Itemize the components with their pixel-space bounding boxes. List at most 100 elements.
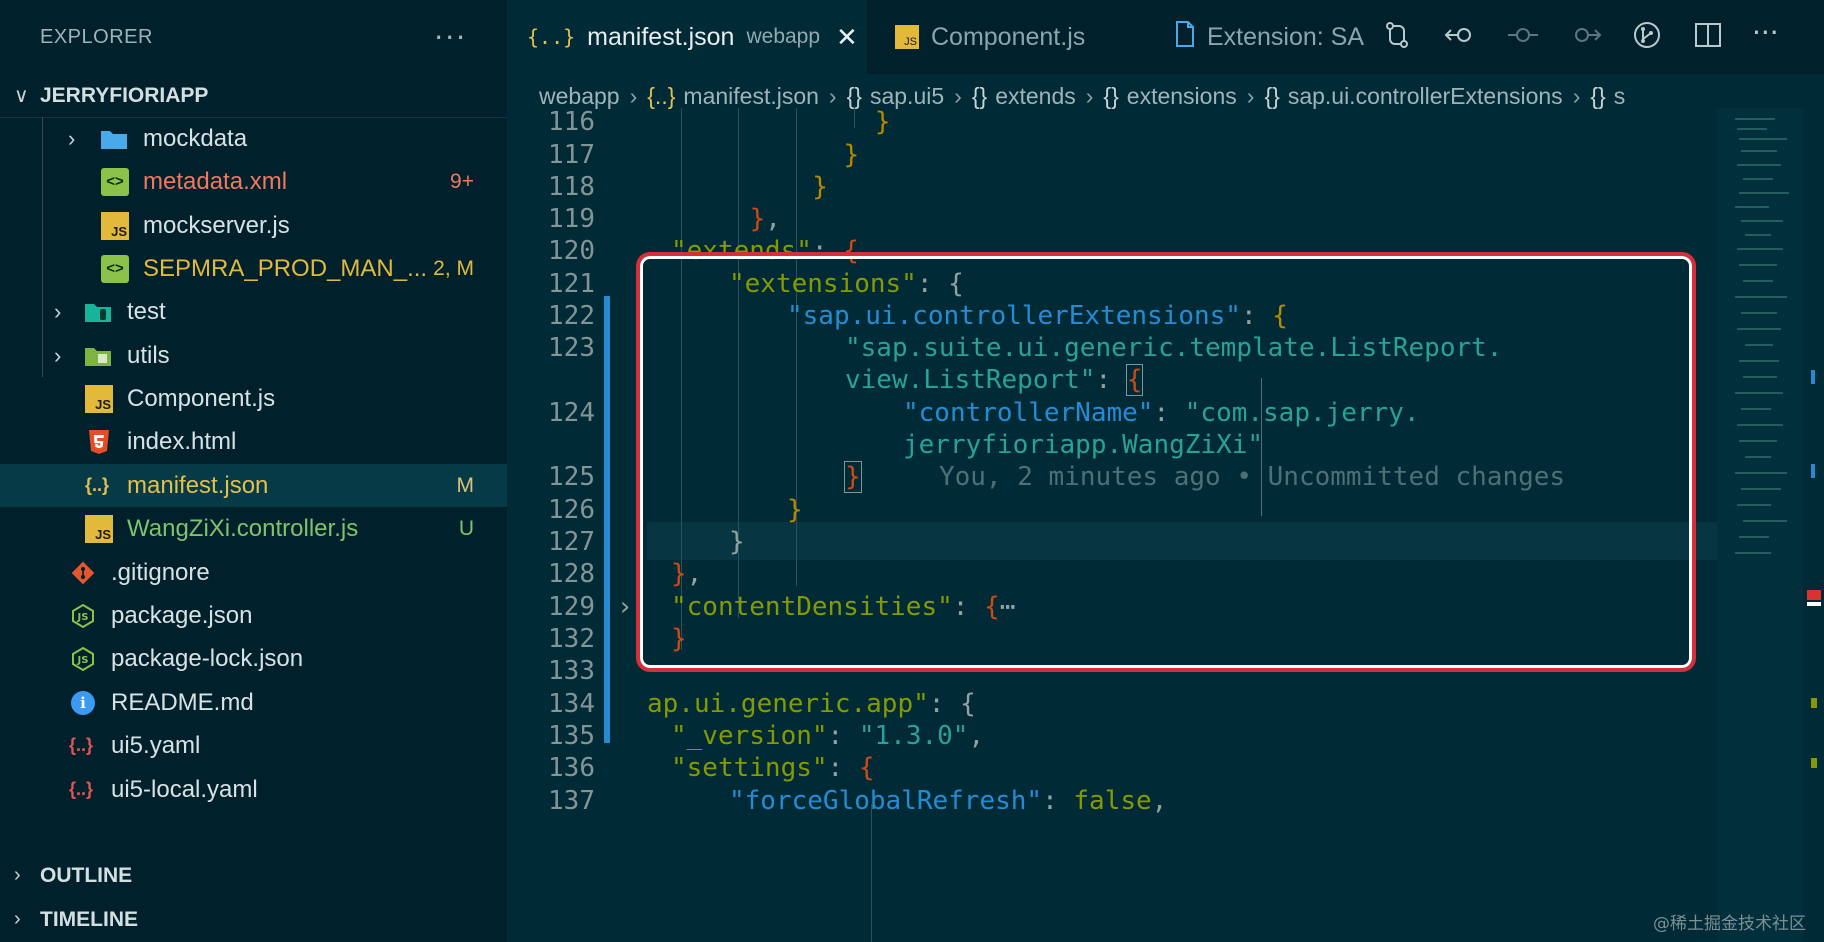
tree-item-label: WangZiXi.controller.js	[127, 514, 359, 542]
outline-label: OUTLINE	[40, 863, 133, 887]
tab-manifest-json[interactable]: {..} manifest.json webapp ✕	[507, 0, 867, 74]
line-number: 123	[548, 333, 595, 363]
tree-item-manifest-json[interactable]: {..} manifest.json M	[0, 464, 507, 507]
test-folder-icon	[84, 298, 112, 326]
breadcrumb-item[interactable]: extends	[995, 83, 1076, 110]
more-actions-icon[interactable]: ···	[1752, 16, 1779, 49]
tree-item-utils[interactable]: › utils	[0, 334, 507, 377]
tree-item-label: index.html	[127, 427, 237, 455]
tree-item-label: .gitignore	[111, 558, 210, 586]
tree-item-label: SEPMRA_PROD_MAN_...	[143, 254, 428, 282]
more-actions-icon[interactable]: ···	[434, 21, 467, 54]
tree-item-ui5-local-yaml[interactable]: {..} ui5-local.yaml	[0, 768, 507, 811]
chevron-right-icon: ›	[1246, 82, 1255, 109]
tab-label: Component.js	[931, 22, 1086, 51]
chevron-right-icon: ›	[1572, 82, 1581, 109]
tab-extension-sap[interactable]: Extension: SA	[1175, 0, 1375, 74]
current-line-highlight	[647, 522, 1717, 560]
line-text: }	[729, 527, 745, 557]
watermark: @稀土掘金技术社区	[1653, 914, 1806, 934]
tree-item-readme-md[interactable]: i README.md	[0, 681, 507, 724]
breadcrumb-item[interactable]: webapp	[539, 83, 620, 110]
tree-item-sepmra-prod-man[interactable]: <> SEPMRA_PROD_MAN_... 2, M	[0, 247, 507, 290]
object-icon: {}	[1103, 82, 1119, 109]
minimap[interactable]	[1717, 108, 1803, 942]
scroll-marker	[1811, 464, 1815, 478]
tree-item-label: ui5.yaml	[111, 731, 201, 759]
scroll-marker	[1811, 370, 1815, 384]
chevron-right-icon: ›	[54, 342, 62, 368]
file-icon	[1175, 20, 1195, 54]
git-icon	[69, 559, 97, 587]
close-icon[interactable]: ✕	[836, 22, 858, 53]
tree-item-component-js[interactable]: JS Component.js	[0, 377, 507, 420]
timeline-section-header[interactable]: › TIMELINE	[0, 898, 521, 941]
info-icon: i	[71, 690, 95, 715]
js-icon: JS	[85, 514, 113, 543]
split-editor-icon[interactable]	[1693, 20, 1723, 57]
tree-item-wangzixi-controller-js[interactable]: JS WangZiXi.controller.js U	[0, 507, 507, 550]
object-icon: {}	[1590, 82, 1606, 109]
tree-item-index-html[interactable]: index.html	[0, 420, 507, 463]
git-graph-icon[interactable]	[1632, 20, 1662, 57]
yaml-icon: {..}	[68, 779, 93, 799]
object-icon: {}	[1264, 82, 1280, 109]
json-icon: {..}	[84, 475, 109, 495]
project-folder-header[interactable]: ∨ JERRYFIORIAPP	[0, 74, 507, 118]
tree-item-package-json[interactable]: JS package.json	[0, 594, 507, 637]
object-icon: {}	[846, 82, 862, 109]
tree-item-mockserver-js[interactable]: JS mockserver.js	[0, 204, 507, 247]
git-status-badge: 2, M	[433, 256, 474, 280]
breadcrumb-item[interactable]: manifest.json	[683, 83, 819, 110]
timeline-label: TIMELINE	[40, 907, 138, 931]
tree-item-label: ui5-local.yaml	[111, 775, 258, 803]
tree-item-package-lock-json[interactable]: JS package-lock.json	[0, 637, 507, 680]
next-change-icon[interactable]	[1568, 20, 1602, 57]
npm-icon: JS	[69, 602, 97, 630]
line-text: }	[671, 624, 687, 654]
chevron-right-icon: ›	[954, 82, 962, 109]
fold-chevron-icon[interactable]: ›	[617, 588, 633, 626]
js-icon: JS	[101, 211, 129, 240]
tree-item-metadata-xml[interactable]: <> metadata.xml 9+	[0, 160, 507, 203]
tree-item-label: Component.js	[127, 384, 276, 412]
file-tree: › mockdata <> metadata.xml 9+ JS mockser…	[0, 117, 507, 854]
line-text: } You, 2 minutes ago • Uncommitted chang…	[844, 461, 1566, 493]
line-number: 124	[548, 398, 595, 428]
tab-component-js[interactable]: JS Component.js	[895, 0, 1195, 74]
tree-item-gitignore[interactable]: .gitignore	[0, 551, 507, 594]
xml-icon: <>	[101, 254, 129, 283]
folder-icon	[100, 125, 128, 153]
commit-icon[interactable]	[1506, 20, 1540, 57]
breadcrumb-item[interactable]: sap.ui.controllerExtensions	[1288, 83, 1563, 110]
code-editor[interactable]: 116 } 117 } 118 } 119 }, 120 "extends": {…	[507, 108, 1717, 942]
chevron-right-icon: ›	[14, 864, 21, 886]
chevron-right-icon: ›	[629, 82, 638, 109]
explorer-title: EXPLORER	[40, 25, 153, 48]
svg-text:JS: JS	[77, 612, 89, 623]
html-icon	[85, 428, 113, 456]
git-status-badge: M	[456, 473, 475, 497]
utils-folder-icon	[84, 342, 112, 370]
outline-section-header[interactable]: › OUTLINE	[0, 854, 521, 897]
breadcrumb-item[interactable]: s	[1614, 83, 1626, 110]
tree-item-mockdata[interactable]: › mockdata	[0, 117, 507, 160]
tab-label: manifest.json	[587, 22, 735, 51]
chevron-down-icon: ∨	[14, 85, 29, 107]
previous-change-icon[interactable]	[1444, 20, 1478, 57]
source-control-compare-icon[interactable]	[1382, 20, 1412, 57]
scroll-marker	[1807, 590, 1821, 600]
tab-description: webapp	[746, 25, 821, 48]
breadcrumb-item[interactable]: sap.ui5	[870, 83, 944, 110]
tree-item-label: package-lock.json	[111, 644, 304, 672]
tree-item-test[interactable]: › test	[0, 290, 507, 333]
tree-item-ui5-yaml[interactable]: {..} ui5.yaml	[0, 724, 507, 767]
tree-item-label: utils	[127, 341, 170, 369]
modified-lines-gutter	[604, 296, 610, 743]
breadcrumb-item[interactable]: extensions	[1127, 83, 1237, 110]
chevron-right-icon: ›	[14, 908, 21, 930]
chevron-right-icon: ›	[54, 298, 62, 324]
explorer-sidebar: EXPLORER ··· ∨ JERRYFIORIAPP › mockdata …	[0, 0, 507, 942]
yaml-icon: {..}	[68, 735, 93, 755]
vertical-scrollbar[interactable]	[1803, 108, 1824, 942]
